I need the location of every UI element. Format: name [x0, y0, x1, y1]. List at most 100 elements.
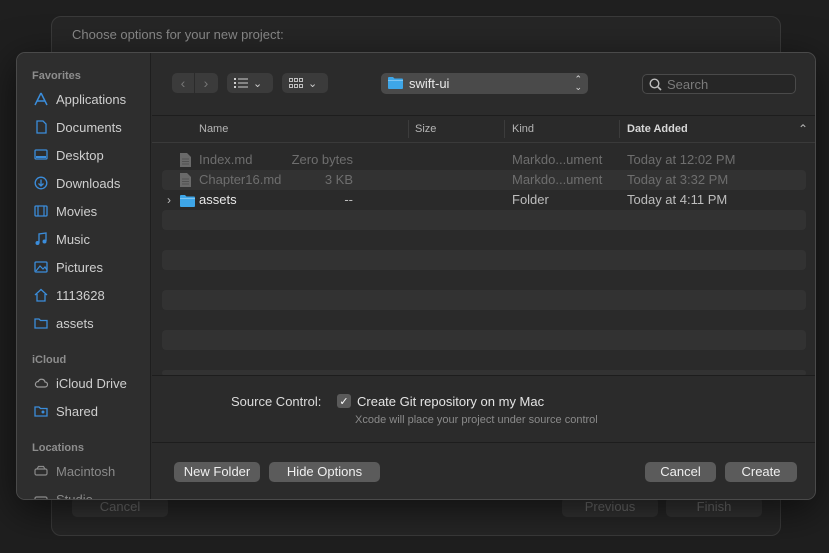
empty-row — [162, 210, 806, 230]
column-header-name[interactable]: Name — [199, 116, 228, 142]
sidebar: Favorites Applications Documents Desktop… — [17, 53, 151, 499]
file-browser: Name Size Kind Date Added ⌃ Index.md Zer… — [152, 115, 815, 376]
finish-button[interactable]: Finish — [666, 497, 762, 517]
sidebar-item-icloud-drive[interactable]: iCloud Drive — [34, 373, 127, 393]
sidebar-item-label: Macintosh — [56, 463, 116, 479]
pictures-icon — [34, 260, 48, 274]
cancel-button[interactable]: Cancel — [645, 462, 716, 482]
column-header-kind[interactable]: Kind — [512, 116, 534, 142]
movies-icon — [34, 204, 48, 218]
sidebar-item-downloads[interactable]: Downloads — [34, 173, 120, 193]
file-name: Index.md — [199, 152, 253, 167]
grid-view-icon — [289, 78, 303, 88]
file-name: assets — [199, 192, 237, 207]
previous-button[interactable]: Previous — [562, 497, 658, 517]
chevron-left-icon[interactable]: ‹ — [172, 73, 194, 93]
music-icon — [34, 232, 48, 246]
sidebar-item-studio[interactable]: Studio — [34, 489, 93, 500]
sidebar-item-applications[interactable]: Applications — [34, 89, 126, 109]
favorites-heading: Favorites — [32, 70, 81, 82]
sidebar-item-label: iCloud Drive — [56, 375, 127, 391]
applications-icon — [34, 92, 48, 106]
disk-icon — [34, 464, 48, 478]
background-cancel-button[interactable]: Cancel — [72, 497, 168, 517]
sidebar-item-label: Music — [56, 231, 90, 247]
git-repository-hint: Xcode will place your project under sour… — [355, 414, 598, 426]
chevron-down-icon: ⌄ — [308, 77, 318, 90]
folder-icon — [34, 316, 48, 330]
icloud-heading: iCloud — [32, 354, 67, 366]
sidebar-item-label: Downloads — [56, 175, 121, 191]
sidebar-item-label: Desktop — [56, 147, 104, 163]
sidebar-item-label: Applications — [56, 91, 127, 107]
file-date-added: Today at 4:11 PM — [627, 192, 728, 207]
folder-icon — [388, 76, 403, 92]
grid-view-popup[interactable]: ⌄ — [282, 73, 328, 93]
column-separator — [504, 120, 505, 138]
file-size: -- — [344, 192, 353, 207]
toolbar: ‹ › ⌄ ⌄ swift-ui ⌃ ⌄ — [152, 53, 815, 115]
sidebar-item-movies[interactable]: Movies — [34, 201, 97, 221]
search-icon — [649, 77, 662, 91]
file-kind: Folder — [512, 192, 549, 207]
downloads-icon — [34, 176, 48, 190]
sidebar-item-desktop[interactable]: Desktop — [34, 145, 104, 165]
list-view-popup[interactable]: ⌄ — [227, 73, 273, 93]
chevron-right-icon[interactable]: › — [195, 73, 217, 93]
up-down-arrows-icon: ⌃ ⌄ — [574, 74, 582, 92]
empty-row — [162, 330, 806, 350]
sidebar-item-label: Studio — [56, 491, 93, 500]
search-input[interactable] — [667, 76, 787, 92]
file-size: 3 KB — [324, 172, 353, 187]
sort-ascending-icon[interactable]: ⌃ — [798, 116, 808, 142]
folder-path-popup[interactable]: swift-ui ⌃ ⌄ — [381, 73, 588, 94]
save-panel: Favorites Applications Documents Desktop… — [16, 52, 816, 500]
column-header-date-added[interactable]: Date Added — [627, 116, 688, 142]
sidebar-item-music[interactable]: Music — [34, 229, 90, 249]
column-separator — [619, 120, 620, 138]
git-repository-checkbox-label[interactable]: Create Git repository on my Mac — [357, 394, 544, 409]
file-name: Chapter16.md — [199, 172, 282, 187]
new-folder-button[interactable]: New Folder — [174, 462, 260, 482]
sidebar-item-documents[interactable]: Documents — [34, 117, 122, 137]
search-field[interactable] — [642, 74, 796, 94]
chevron-down-icon: ⌄ — [253, 77, 263, 90]
project-options: Source Control: ✓ Create Git repository … — [152, 375, 815, 499]
sidebar-item-label: Documents — [56, 119, 122, 135]
cloud-icon — [34, 376, 48, 390]
table-row[interactable]: Index.md Zero bytes Markdo...ument Today… — [162, 150, 806, 170]
sidebar-item-label: Shared — [56, 403, 98, 419]
disclosure-triangle-icon[interactable]: › — [167, 190, 171, 210]
file-kind: Markdo...ument — [512, 152, 603, 167]
file-date-added: Today at 3:32 PM — [627, 172, 729, 187]
hide-options-button[interactable]: Hide Options — [269, 462, 380, 482]
checkmark-icon: ✓ — [339, 395, 349, 408]
disk-icon — [34, 492, 48, 499]
column-separator — [408, 120, 409, 138]
sidebar-item-shared[interactable]: Shared — [34, 401, 98, 421]
git-repository-checkbox[interactable]: ✓ — [337, 394, 351, 408]
file-size: Zero bytes — [291, 152, 353, 167]
shared-folder-icon — [34, 404, 48, 418]
current-folder-label: swift-ui — [409, 76, 450, 91]
empty-row — [162, 250, 806, 270]
file-date-added: Today at 12:02 PM — [627, 152, 736, 167]
source-control-label: Source Control: — [231, 394, 322, 409]
sidebar-item-assets[interactable]: assets — [34, 313, 94, 333]
file-kind: Markdo...ument — [512, 172, 603, 187]
document-icon — [34, 120, 48, 134]
table-row[interactable]: Chapter16.md 3 KB Markdo...ument Today a… — [162, 170, 806, 190]
column-header-size[interactable]: Size — [415, 116, 436, 142]
sidebar-item-home[interactable]: 1113628 — [34, 285, 105, 305]
empty-row — [162, 290, 806, 310]
create-button[interactable]: Create — [725, 462, 797, 482]
sidebar-item-label: assets — [56, 315, 94, 331]
sidebar-item-macintosh[interactable]: Macintosh — [34, 461, 115, 481]
sidebar-item-label: Pictures — [56, 259, 103, 275]
locations-heading: Locations — [32, 442, 84, 454]
table-row[interactable]: › assets -- Folder Today at 4:11 PM — [162, 190, 806, 210]
home-icon — [34, 288, 48, 302]
list-view-icon — [234, 78, 248, 88]
sidebar-item-pictures[interactable]: Pictures — [34, 257, 103, 277]
navigation-buttons: ‹ › — [172, 73, 218, 93]
